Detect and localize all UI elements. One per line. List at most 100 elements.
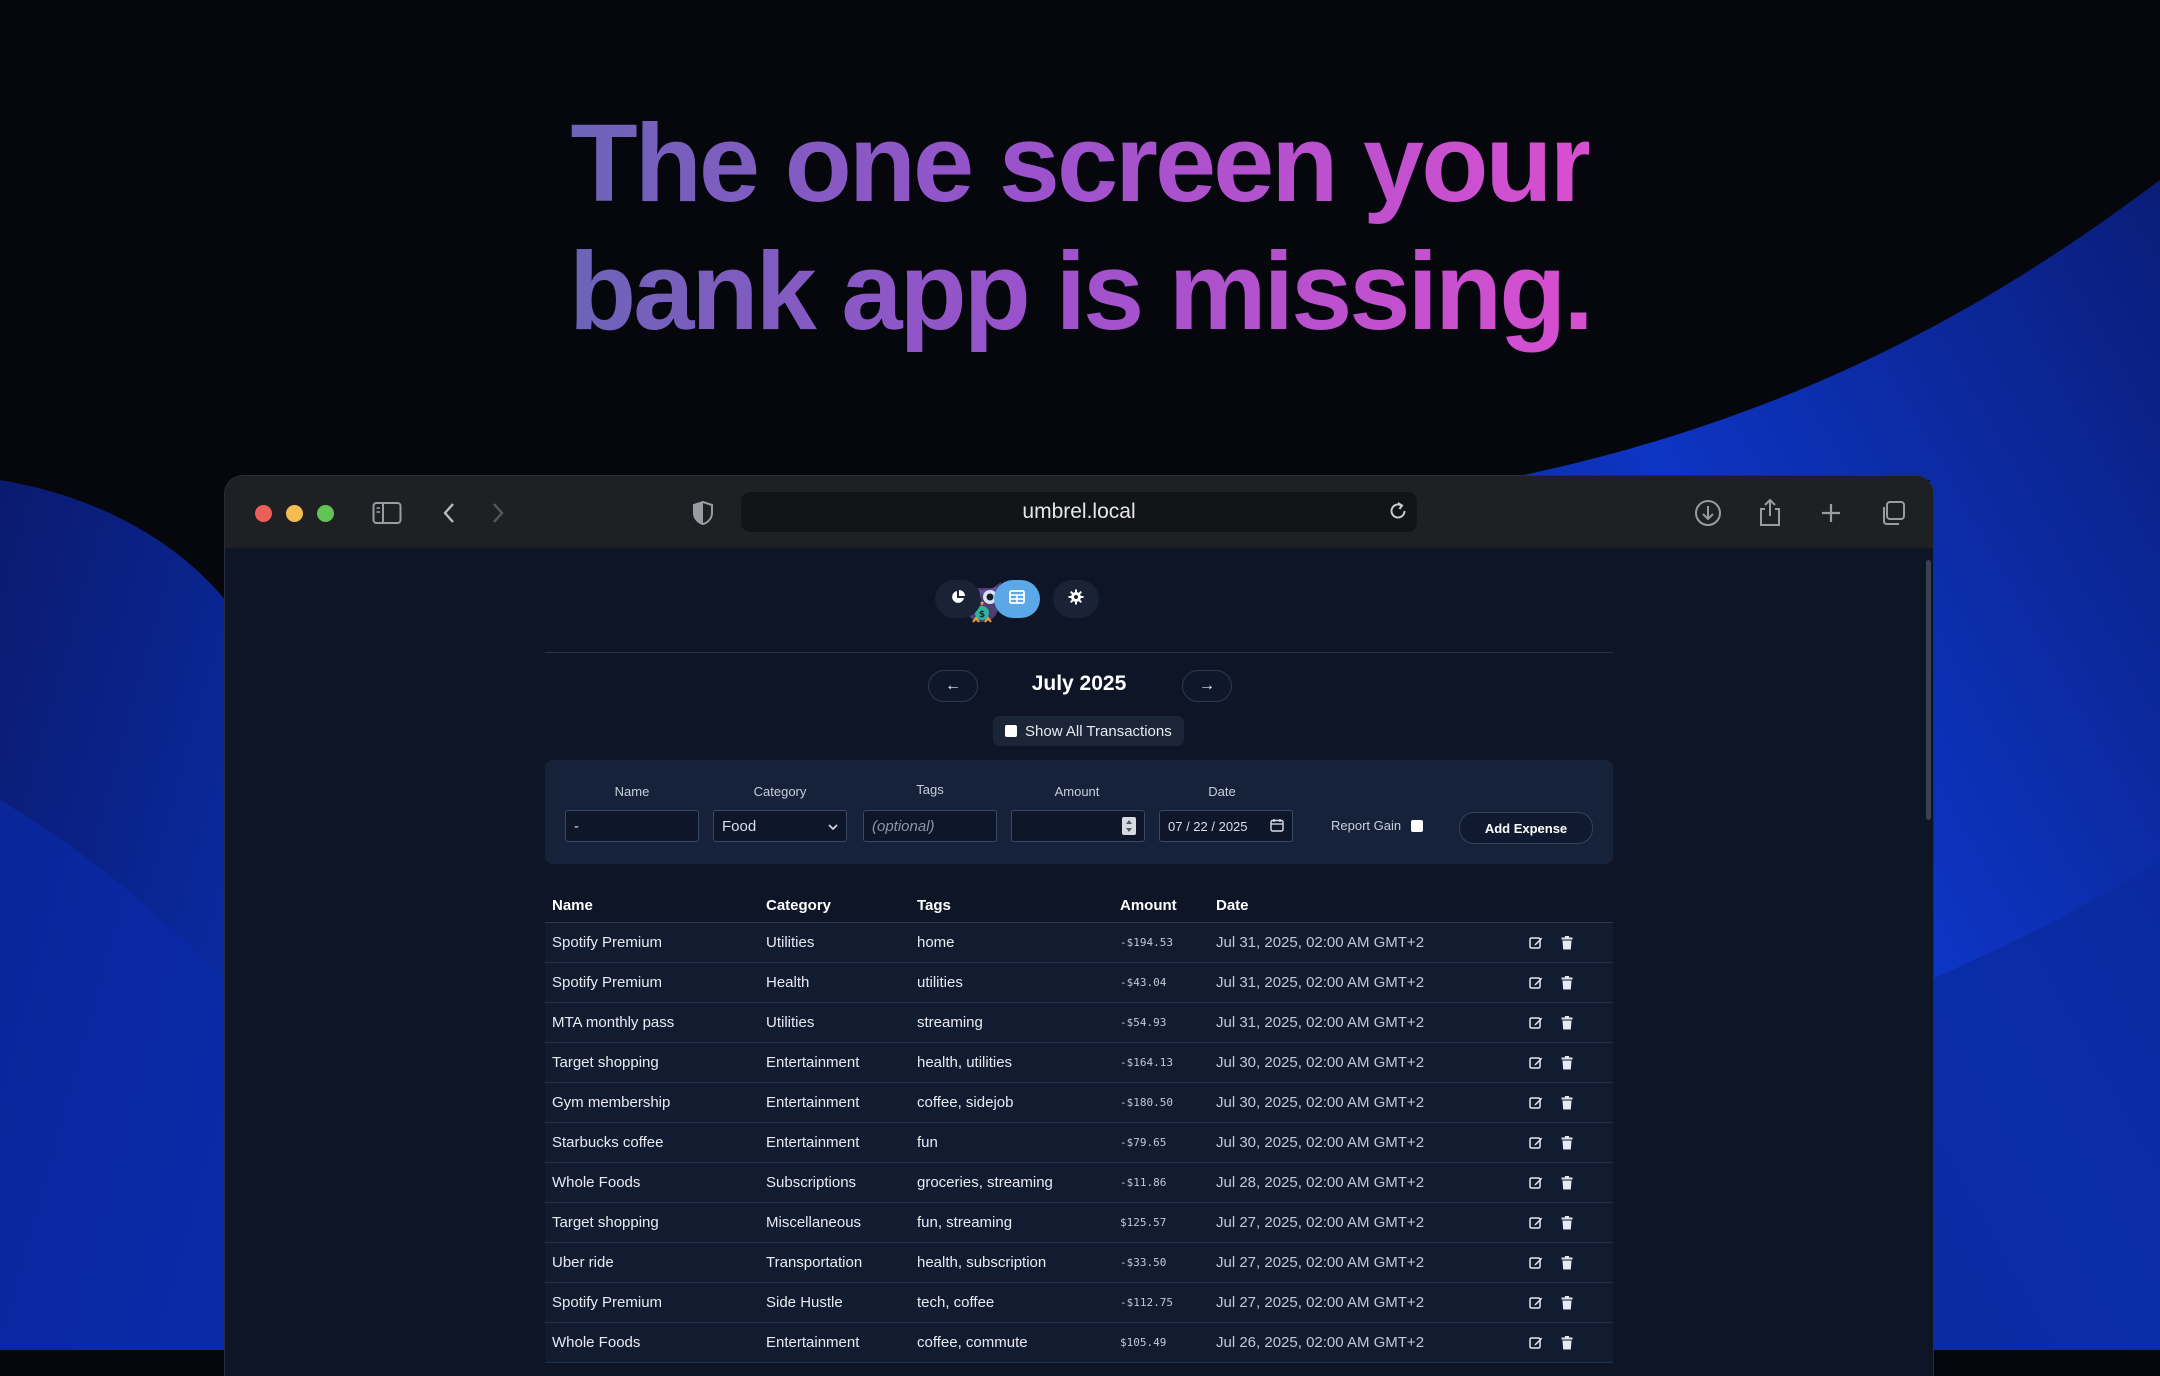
cell-actions — [1490, 1002, 1613, 1043]
reload-icon[interactable] — [1387, 500, 1409, 528]
table-nav-button[interactable] — [994, 580, 1040, 618]
trash-icon[interactable] — [1559, 1296, 1573, 1310]
cell-actions — [1490, 1042, 1613, 1083]
cell-tags: fun — [910, 1122, 1113, 1163]
trash-icon[interactable] — [1559, 1216, 1573, 1230]
new-tab-icon[interactable] — [1814, 496, 1848, 530]
edit-icon[interactable] — [1529, 936, 1543, 950]
cell-actions — [1490, 1202, 1613, 1243]
cell-date: Jul 30, 2025, 02:00 AM GMT+2 — [1209, 1042, 1490, 1083]
sidebar-icon[interactable] — [370, 496, 404, 530]
cell-tags: coffee, sidejob — [910, 1082, 1113, 1123]
cell-date: Jul 27, 2025, 02:00 AM GMT+2 — [1209, 1202, 1490, 1243]
header-name: Name — [545, 888, 759, 923]
app-nav: $ — [545, 548, 1613, 653]
edit-icon[interactable] — [1529, 1216, 1543, 1230]
browser-window: umbrel.local $ ← July 2025 → Show All Tr… — [225, 476, 1933, 1376]
cell-name: Spotify Premium — [545, 962, 759, 1003]
table-row: Spotify Premium Side Hustle tech, coffee -$… — [545, 1282, 1613, 1323]
cell-amount: -$79.65 — [1113, 1122, 1209, 1163]
cell-amount: -$33.50 — [1113, 1242, 1209, 1283]
download-icon[interactable] — [1691, 496, 1725, 530]
edit-icon[interactable] — [1529, 1016, 1543, 1030]
edit-icon[interactable] — [1529, 1136, 1543, 1150]
edit-icon[interactable] — [1529, 976, 1543, 990]
shield-icon[interactable] — [686, 496, 720, 530]
edit-icon[interactable] — [1529, 1176, 1543, 1190]
next-month-button[interactable]: → — [1182, 670, 1232, 702]
address-bar[interactable]: umbrel.local — [741, 492, 1417, 532]
cell-category: Subscriptions — [759, 1162, 910, 1203]
cell-category: Entertainment — [759, 1122, 910, 1163]
trash-icon[interactable] — [1559, 976, 1573, 990]
trash-icon[interactable] — [1559, 1056, 1573, 1070]
forward-icon[interactable] — [481, 496, 515, 530]
cell-actions — [1490, 1162, 1613, 1203]
edit-icon[interactable] — [1529, 1336, 1543, 1350]
cell-tags: streaming — [910, 1002, 1113, 1043]
trash-icon[interactable] — [1559, 1256, 1573, 1270]
minimize-window-button[interactable] — [286, 505, 303, 522]
arrow-right-icon: → — [1199, 677, 1215, 694]
chevron-down-icon — [828, 818, 838, 835]
show-all-checkbox[interactable] — [1005, 725, 1017, 737]
web-content: $ ← July 2025 → Show All Transactions Na… — [225, 548, 1933, 1376]
cell-amount: -$11.86 — [1113, 1162, 1209, 1203]
zoom-window-button[interactable] — [317, 505, 334, 522]
stepper-icon[interactable] — [1122, 817, 1136, 835]
trash-icon[interactable] — [1559, 1176, 1573, 1190]
name-label: Name — [614, 784, 650, 799]
cell-tags: groceries, streaming — [910, 1162, 1113, 1203]
table-row: Gym membership Entertainment coffee, sidej… — [545, 1082, 1613, 1123]
page-scrollbar[interactable] — [1926, 560, 1931, 820]
cell-category: Entertainment — [759, 1322, 910, 1363]
cell-date: Jul 30, 2025, 02:00 AM GMT+2 — [1209, 1082, 1490, 1123]
amount-input[interactable] — [1011, 810, 1145, 842]
cell-amount: $125.57 — [1113, 1202, 1209, 1243]
headline: The one screen your bank app is missing. — [0, 100, 2160, 356]
cell-name: Uber ride — [545, 1242, 759, 1283]
date-input[interactable]: 07 / 22 / 2025 — [1159, 810, 1293, 842]
show-all-transactions-toggle[interactable]: Show All Transactions — [993, 716, 1184, 746]
tabs-overview-icon[interactable] — [1876, 496, 1910, 530]
tags-input[interactable]: (optional) — [863, 810, 997, 842]
edit-icon[interactable] — [1529, 1056, 1543, 1070]
trash-icon[interactable] — [1559, 1136, 1573, 1150]
cell-category: Entertainment — [759, 1042, 910, 1083]
back-icon[interactable] — [432, 496, 466, 530]
calendar-icon[interactable] — [1270, 818, 1284, 835]
table-row: Target shopping Miscellaneous fun, streami… — [545, 1202, 1613, 1243]
cell-amount: -$112.75 — [1113, 1282, 1209, 1323]
edit-icon[interactable] — [1529, 1096, 1543, 1110]
name-input[interactable]: - — [565, 810, 699, 842]
url-text: umbrel.local — [1022, 500, 1136, 523]
cell-tags: fun, streaming — [910, 1202, 1113, 1243]
add-expense-button[interactable]: Add Expense — [1459, 812, 1593, 844]
edit-icon[interactable] — [1529, 1296, 1543, 1310]
trash-icon[interactable] — [1559, 1096, 1573, 1110]
transactions-body: Spotify Premium Utilities home -$194.53 Jul … — [545, 922, 1613, 1363]
trash-icon[interactable] — [1559, 936, 1573, 950]
gear-icon — [1068, 589, 1084, 610]
cell-actions — [1490, 962, 1613, 1003]
category-select[interactable]: Food — [713, 810, 847, 842]
report-gain-checkbox[interactable] — [1411, 819, 1424, 832]
pie-chart-icon — [950, 589, 966, 610]
edit-icon[interactable] — [1529, 1256, 1543, 1270]
cell-name: Spotify Premium — [545, 922, 759, 963]
trash-icon[interactable] — [1559, 1336, 1573, 1350]
month-selector: ← July 2025 → — [545, 668, 1613, 708]
report-gain-label: Report Gain — [1331, 818, 1402, 833]
cell-name: Gym membership — [545, 1082, 759, 1123]
month-title: July 2025 — [1031, 672, 1127, 695]
cell-actions — [1490, 1122, 1613, 1163]
settings-nav-button[interactable] — [1053, 580, 1099, 618]
close-window-button[interactable] — [255, 505, 272, 522]
cell-tags: utilities — [910, 962, 1113, 1003]
cell-category: Transportation — [759, 1242, 910, 1283]
category-label: Category — [753, 784, 807, 799]
trash-icon[interactable] — [1559, 1016, 1573, 1030]
charts-nav-button[interactable] — [935, 580, 981, 618]
share-icon[interactable] — [1753, 496, 1787, 530]
header-tags: Tags — [910, 888, 1113, 923]
